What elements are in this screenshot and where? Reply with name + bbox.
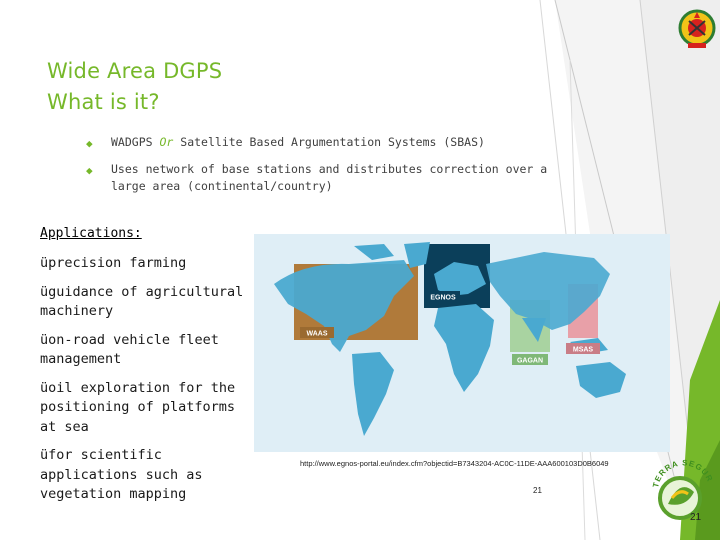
slide-title: Wide Area DGPS What is it? xyxy=(47,56,222,118)
bullet-text: Satellite Based Argumentation Systems (S… xyxy=(180,135,485,149)
bullet-text: Uses network of base stations and distri… xyxy=(111,162,548,193)
application-item: üoil exploration for the positioning of … xyxy=(40,379,250,438)
application-item: üon-road vehicle fleet management xyxy=(40,331,250,370)
applications-heading: Applications: xyxy=(40,226,142,241)
terra-segura-logo-icon: TERRA SEGURA xyxy=(650,448,714,520)
application-text: on-road vehicle fleet management xyxy=(40,331,219,368)
coat-of-arms-icon xyxy=(678,9,716,48)
diamond-bullet-icon: ◆ xyxy=(86,164,93,177)
checkmark-icon: ü xyxy=(40,331,49,348)
title-line-1: Wide Area DGPS xyxy=(47,59,223,83)
source-url[interactable]: http://www.egnos-portal.eu/index.cfm?obj… xyxy=(300,459,609,468)
application-text: guidance of agricultural machinery xyxy=(40,283,244,320)
bullet-prefix: WADGPS xyxy=(111,135,153,149)
checkmark-icon: ü xyxy=(40,255,49,271)
bullet-list: ◆ WADGPS Or Satellite Based Argumentatio… xyxy=(86,134,566,205)
application-text: precision farming xyxy=(48,255,187,271)
map-label-msas: MSAS xyxy=(573,347,594,354)
checkmark-icon: ü xyxy=(40,283,49,300)
checkmark-icon: ü xyxy=(40,447,49,463)
page-number: 21 xyxy=(533,486,542,495)
sbas-world-map: WAAS EGNOS GAGAN MSAS xyxy=(254,234,670,452)
application-text: oil exploration for the positioning of p… xyxy=(40,379,236,435)
bullet-item: ◆ Uses network of base stations and dist… xyxy=(86,161,566,195)
checkmark-icon: ü xyxy=(40,379,49,396)
corner-page-number: 21 xyxy=(690,512,702,523)
bullet-item: ◆ WADGPS Or Satellite Based Argumentatio… xyxy=(86,134,566,151)
title-line-2: What is it? xyxy=(47,90,160,114)
applications-list: üprecision farming üguidance of agricult… xyxy=(40,254,250,514)
bullet-or: Or xyxy=(159,135,174,149)
diamond-bullet-icon: ◆ xyxy=(86,137,93,150)
application-item: üfor scientific applications such as veg… xyxy=(40,446,250,505)
map-label-gagan: GAGAN xyxy=(517,358,543,365)
application-item: üprecision farming xyxy=(40,254,250,274)
slide: Wide Area DGPS What is it? ◆ WADGPS Or S… xyxy=(0,0,720,540)
application-text: for scientific applications such as vege… xyxy=(40,447,203,502)
map-label-waas: WAAS xyxy=(307,331,328,338)
application-item: üguidance of agricultural machinery xyxy=(40,283,250,322)
map-label-egnos: EGNOS xyxy=(430,295,456,302)
